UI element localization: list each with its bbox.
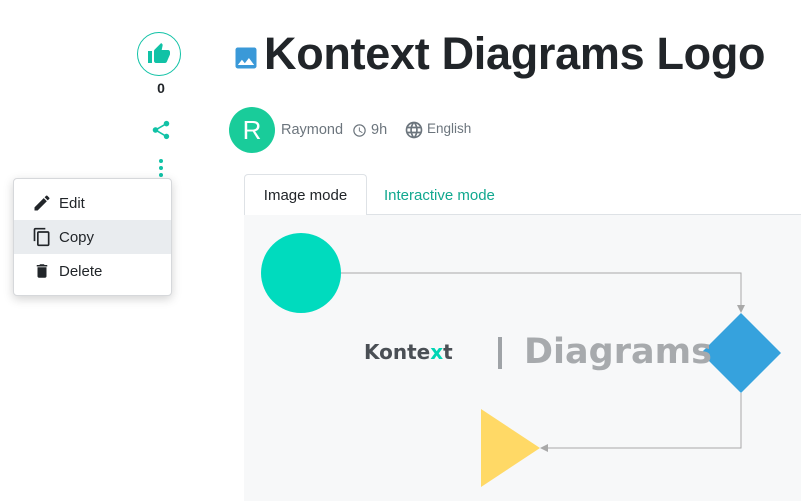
logo-kontext-text: Kontext	[364, 340, 453, 364]
connector-bottom	[547, 393, 742, 449]
circle-shape	[261, 233, 341, 313]
logo-separator	[498, 337, 502, 369]
diagram-shapes	[261, 233, 781, 487]
triangle-shape	[481, 409, 540, 487]
connector-top	[341, 272, 742, 306]
connector-top-arrow	[737, 305, 745, 313]
diamond-shape	[701, 313, 781, 393]
logo-diagrams-text: Diagrams	[524, 332, 712, 372]
logo-x-letter: x	[430, 340, 444, 364]
connector-bottom-arrow	[540, 444, 548, 452]
